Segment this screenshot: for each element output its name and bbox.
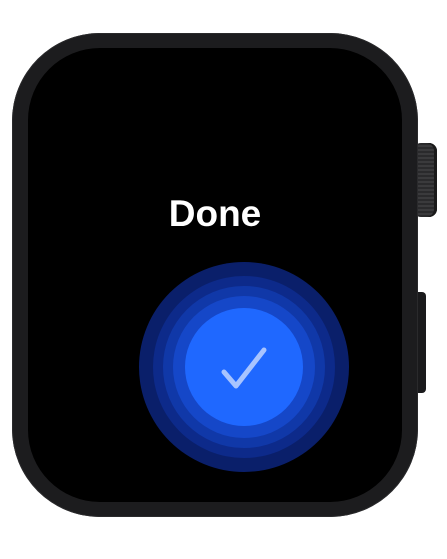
watch-screen: Done bbox=[28, 48, 402, 502]
device-frame: Done bbox=[0, 0, 447, 559]
checkmark-icon bbox=[221, 347, 267, 389]
done-button[interactable] bbox=[139, 262, 349, 472]
page-title: Done bbox=[168, 193, 262, 234]
